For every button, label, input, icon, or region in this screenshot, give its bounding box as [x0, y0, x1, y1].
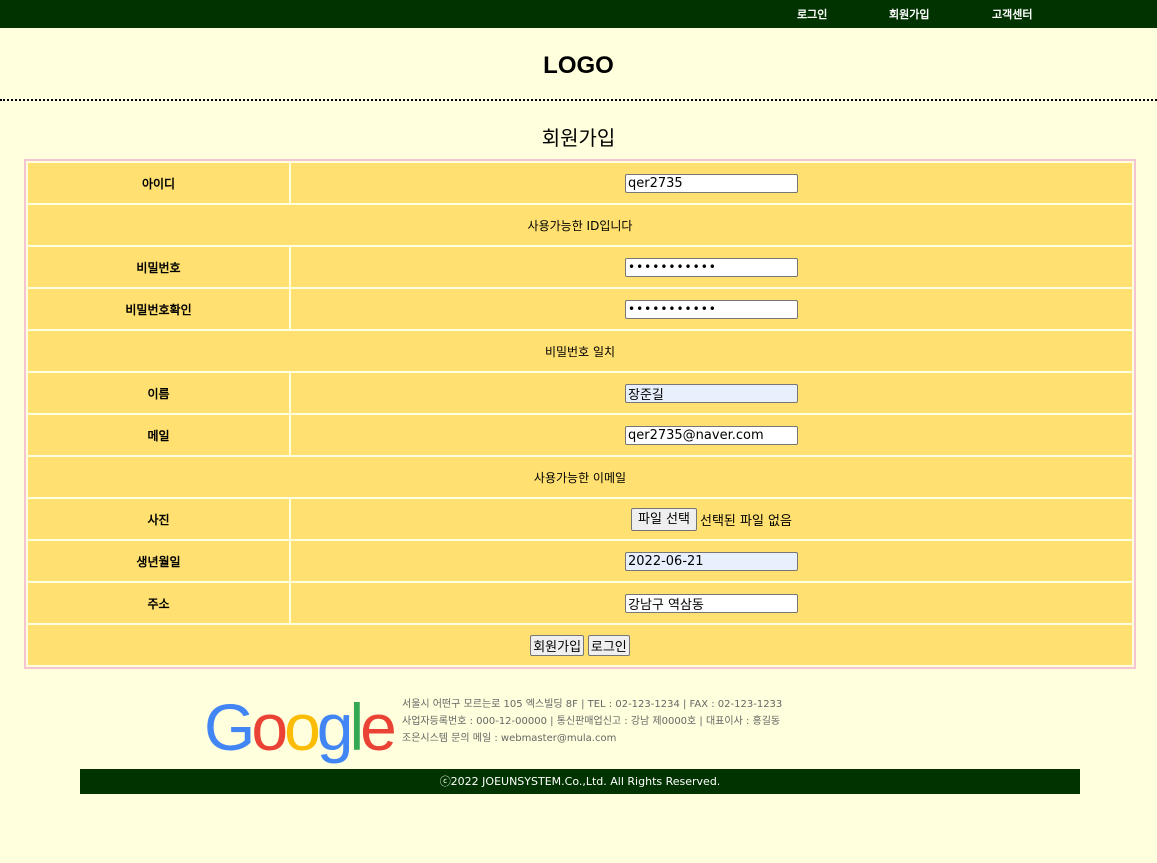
form-row-buttons: 회원가입 로그인 — [28, 625, 1132, 665]
top-nav-bar: 로그인 회원가입 고객센터 — [0, 0, 1157, 28]
password-label: 비밀번호 — [28, 247, 289, 287]
name-input[interactable] — [625, 383, 798, 403]
email-input[interactable] — [625, 425, 798, 445]
form-row-birthdate: 생년월일 — [28, 541, 1132, 581]
photo-label: 사진 — [28, 499, 289, 539]
form-row-photo: 사진 파일 선택 선택된 파일 없음 — [28, 499, 1132, 539]
form-row-email: 메일 — [28, 415, 1132, 455]
password-match-message: 비밀번호 일치 — [28, 331, 1132, 371]
password-input[interactable] — [625, 257, 798, 277]
address-input[interactable] — [625, 593, 798, 613]
brand-letter: l — [349, 690, 365, 764]
footer-brand-logo: Google — [204, 690, 397, 764]
form-row-password-message: 비밀번호 일치 — [28, 331, 1132, 371]
email-check-message: 사용가능한 이메일 — [28, 457, 1132, 497]
signup-form-table: 아이디 사용가능한 ID입니다 비밀번호 비밀번호확인 비밀번호 일치 이름 메… — [24, 159, 1136, 669]
form-row-address: 주소 — [28, 583, 1132, 623]
name-label: 이름 — [28, 373, 289, 413]
brand-letter: G — [204, 690, 255, 764]
id-input[interactable] — [625, 173, 798, 193]
form-row-name: 이름 — [28, 373, 1132, 413]
page-title: 회원가입 — [541, 126, 616, 150]
site-logo[interactable]: LOGO — [0, 52, 1157, 80]
id-check-message: 사용가능한 ID입니다 — [28, 205, 1132, 245]
email-label: 메일 — [28, 415, 289, 455]
footer-company-info: 서울시 어떤구 모르는로 105 엑스빌딩 8F | TEL : 02-123-… — [402, 696, 782, 747]
file-status-text: 선택된 파일 없음 — [699, 513, 792, 529]
brand-letter: o — [284, 690, 321, 764]
footer-contact-line: 조은시스템 문의 메일 : webmaster@mula.com — [402, 733, 617, 744]
birthdate-label: 생년월일 — [28, 541, 289, 581]
footer-registration-line: 사업자등록번호 : 000-12-00000 | 통신판매업신고 : 강남 제0… — [402, 716, 781, 727]
address-label: 주소 — [28, 583, 289, 623]
login-button[interactable]: 로그인 — [587, 634, 630, 656]
form-row-id: 아이디 — [28, 163, 1132, 203]
form-row-password-confirm: 비밀번호확인 — [28, 289, 1132, 329]
form-row-password: 비밀번호 — [28, 247, 1132, 287]
form-row-email-message: 사용가능한 이메일 — [28, 457, 1132, 497]
nav-login-link[interactable]: 로그인 — [797, 6, 827, 22]
password-confirm-label: 비밀번호확인 — [28, 289, 289, 329]
nav-join-link[interactable]: 회원가입 — [889, 6, 929, 22]
birthdate-input[interactable] — [625, 551, 798, 571]
form-row-id-message: 사용가능한 ID입니다 — [28, 205, 1132, 245]
brand-letter: o — [251, 690, 288, 764]
file-select-button[interactable]: 파일 선택 — [631, 507, 697, 531]
footer-address-line: 서울시 어떤구 모르는로 105 엑스빌딩 8F | TEL : 02-123-… — [402, 699, 783, 710]
brand-letter: e — [360, 690, 397, 764]
footer-copyright: ⓒ2022 JOEUNSYSTEM.Co.,Ltd. All Rights Re… — [80, 769, 1080, 794]
password-confirm-input[interactable] — [625, 299, 798, 319]
id-label: 아이디 — [28, 163, 289, 203]
nav-support-link[interactable]: 고객센터 — [992, 6, 1032, 22]
brand-letter: g — [316, 690, 354, 764]
header-divider — [0, 99, 1157, 101]
submit-signup-button[interactable]: 회원가입 — [530, 634, 585, 656]
